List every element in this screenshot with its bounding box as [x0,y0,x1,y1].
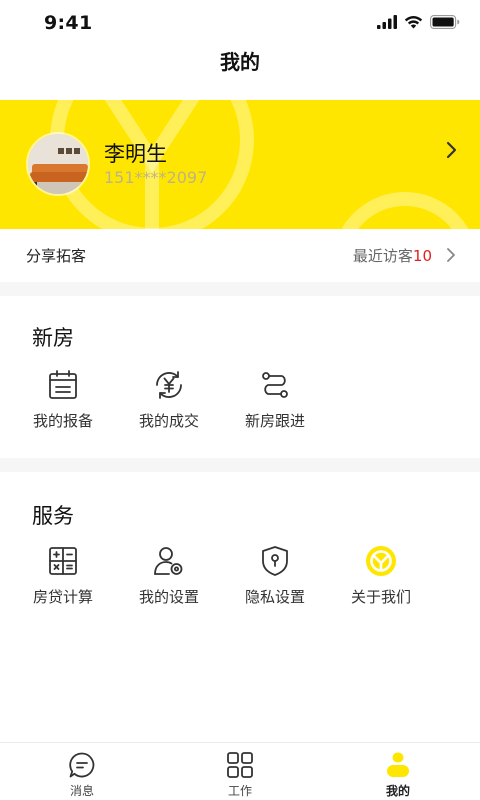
privacy-settings-label: 隐私设置 [244,588,305,606]
visitor-count: 10 [412,247,432,265]
my-settings-button[interactable]: 我的设置 [124,544,214,607]
tab-messages-label: 消息 [69,784,94,798]
avatar[interactable] [26,132,90,196]
page-title: 我的 [220,50,260,74]
my-deals-button[interactable]: 我的成交 [124,368,214,431]
user-name: 李明生 [104,142,167,166]
grid-apps-icon [227,752,253,778]
wifi-icon [404,16,423,29]
user-phone: 151****2097 [104,168,208,187]
about-us-button[interactable]: 关于我们 [336,544,426,607]
status-time: 9:41 [44,12,93,34]
status-icons [377,14,460,30]
message-icon [69,752,95,778]
battery-icon [430,15,460,29]
new-house-followup-label: 新房跟进 [244,412,305,430]
bottom-tab-bar: 消息 工作 我的 [0,742,480,800]
brand-logo-icon [366,546,396,576]
mortgage-calculator-label: 房贷计算 [32,588,93,606]
section-title: 服务 [32,504,74,528]
about-us-label: 关于我们 [350,588,411,606]
visitor-label: 最近访客 [352,247,413,265]
status-bar: 9:41 [0,0,480,44]
section-divider [0,282,480,296]
privacy-settings-button[interactable]: 隐私设置 [230,544,320,607]
my-reports-button[interactable]: 我的报备 [18,368,108,431]
my-reports-label: 我的报备 [32,412,93,430]
chevron-right-icon [447,248,455,262]
recent-visitors[interactable]: 最近访客10 [353,245,432,266]
new-house-section: 新房 我的报备 我的成交 新房跟进 [0,296,480,458]
chevron-right-icon [446,141,457,159]
mortgage-calculator-button[interactable]: 房贷计算 [18,544,108,607]
section-divider [0,458,480,472]
yuan-cycle-icon [156,371,182,399]
profile-card[interactable]: 李明生 151****2097 [0,100,480,229]
share-row[interactable]: 分享拓客 最近访客10 [0,229,480,282]
service-section: 服务 房贷计算 我的设置 隐私设置 关于我们 [0,472,480,652]
tab-messages[interactable]: 消息 [42,751,122,799]
user-settings-icon [154,547,183,575]
tab-work-label: 工作 [227,784,252,798]
share-label: 分享拓客 [26,247,87,265]
calendar-icon [49,370,77,399]
tab-mine-label: 我的 [385,784,410,798]
my-settings-label: 我的设置 [138,588,199,606]
privacy-shield-icon [262,546,288,576]
section-title: 新房 [32,326,74,350]
calculator-icon [49,547,77,575]
tab-mine[interactable]: 我的 [358,751,438,799]
route-icon [262,372,288,398]
new-house-followup-button[interactable]: 新房跟进 [230,368,320,431]
person-icon [387,752,409,777]
my-deals-label: 我的成交 [138,412,199,430]
signal-icon [377,15,397,29]
tab-work[interactable]: 工作 [200,751,280,799]
